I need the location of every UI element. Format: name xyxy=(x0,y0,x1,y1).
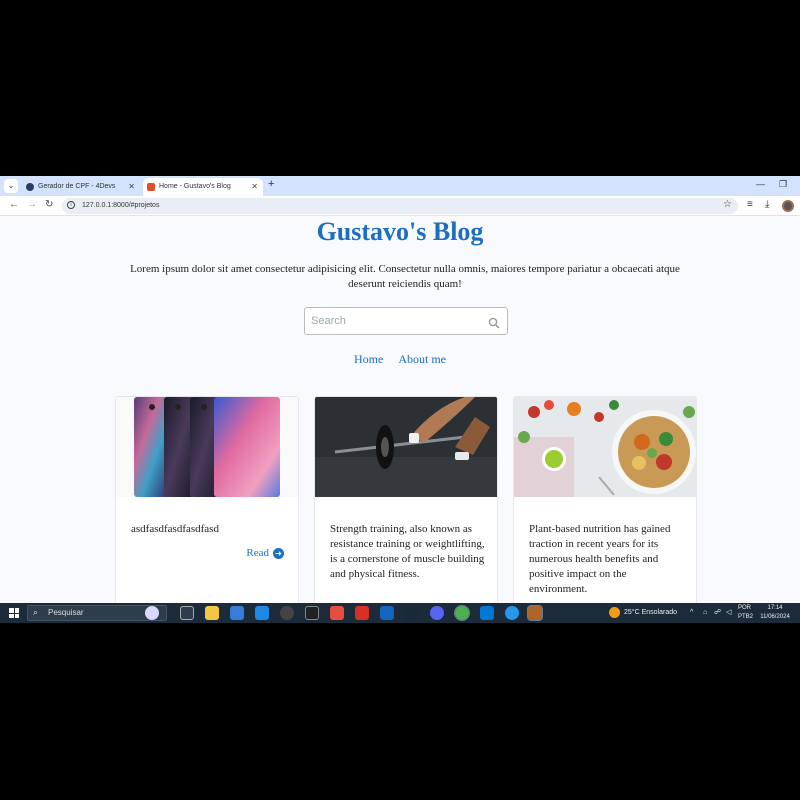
post-card[interactable]: Strength training, also known as resista… xyxy=(314,396,498,603)
taskbar-search-label: Pesquisar xyxy=(48,608,84,617)
reload-icon[interactable]: ↻ xyxy=(45,199,53,210)
card-text: Strength training, also known as resista… xyxy=(330,523,485,580)
volume-icon[interactable]: ◁ xyxy=(726,603,731,623)
site-info-icon[interactable]: i xyxy=(67,201,75,209)
post-card[interactable]: Plant-based nutrition has gained tractio… xyxy=(513,396,697,603)
nav-about-link[interactable]: About me xyxy=(398,352,446,366)
address-url[interactable]: 127.0.0.1:8000/#projetos xyxy=(82,198,159,214)
security-icon[interactable] xyxy=(380,606,394,620)
mail-icon[interactable] xyxy=(255,606,269,620)
card-text: Plant-based nutrition has gained tractio… xyxy=(529,523,671,595)
search-input[interactable] xyxy=(311,313,486,329)
card-text: asdfasdfasdfasdfasd xyxy=(131,523,219,535)
page-title: Gustavo's Blog xyxy=(316,217,484,246)
barbell-workout-image xyxy=(315,397,497,497)
minimize-icon[interactable]: — xyxy=(756,179,765,189)
clock-time: 17:14 xyxy=(767,605,783,611)
search-icon[interactable] xyxy=(488,314,500,333)
tab-search-button[interactable]: ⌄ xyxy=(4,179,18,193)
4devs-favicon-icon xyxy=(26,183,34,191)
task-view-icon[interactable] xyxy=(180,606,194,620)
intro-text: Lorem ipsum dolor sit amet consectetur a… xyxy=(130,263,680,290)
terminal-icon[interactable] xyxy=(305,606,319,620)
read-label: Read xyxy=(246,547,269,559)
download-icon[interactable]: ⤓ xyxy=(765,199,769,210)
nav-home-link[interactable]: Home xyxy=(354,352,383,366)
address-bar[interactable]: i 127.0.0.1:8000/#projetos ☆ xyxy=(62,198,738,214)
network-status-icon[interactable]: ☍ xyxy=(714,603,721,623)
file-explorer-icon[interactable] xyxy=(205,606,219,620)
network-icon[interactable]: ⌂ xyxy=(703,603,707,623)
back-icon[interactable]: ← xyxy=(9,199,19,210)
docker-icon[interactable] xyxy=(505,606,519,620)
close-tab-icon[interactable]: ✕ xyxy=(251,178,258,196)
search-icon: ⌕ xyxy=(33,607,39,617)
browser-tab-bar: ⌄ Gerador de CPF - 4Devs ✕ Home - Gustav… xyxy=(0,176,800,196)
clock-app-icon[interactable] xyxy=(280,606,294,620)
html-favicon-icon xyxy=(147,183,155,191)
nav-menu: Home About me xyxy=(0,352,800,367)
search-highlight-icon[interactable] xyxy=(145,606,159,620)
tray-chevron-icon[interactable]: ^ xyxy=(690,603,693,623)
browser-toolbar: ← → ↻ i 127.0.0.1:8000/#projetos ☆ ≡ ⤓ xyxy=(0,196,800,216)
tab-label: Home - Gustavo's Blog xyxy=(159,183,231,190)
arrow-right-icon: ➜ xyxy=(273,547,284,559)
profile-avatar[interactable] xyxy=(782,200,794,212)
vscode-icon[interactable] xyxy=(480,606,494,620)
salad-bowl-image xyxy=(514,397,696,497)
search-box xyxy=(304,307,508,335)
media-controls-icon[interactable]: ≡ xyxy=(747,199,753,210)
post-card[interactable]: asdfasdfasdfasdfasd Read ➜ xyxy=(115,396,299,603)
tab-gerador-cpf[interactable]: Gerador de CPF - 4Devs ✕ xyxy=(22,178,140,196)
language-indicator[interactable]: POR PTB2 xyxy=(738,604,753,622)
store-icon[interactable] xyxy=(230,606,244,620)
tab-label: Gerador de CPF - 4Devs xyxy=(38,183,116,190)
bookmark-star-icon[interactable]: ☆ xyxy=(723,199,732,210)
windows-taskbar: ⌕ Pesquisar 25°C Ensolarado ^ ⌂ ☍ ◁ POR … xyxy=(0,603,800,623)
screen: ⌄ Gerador de CPF - 4Devs ✕ Home - Gustav… xyxy=(0,176,800,623)
web-page: Gustavo's Blog Lorem ipsum dolor sit ame… xyxy=(0,217,800,603)
read-link[interactable]: Read ➜ xyxy=(246,547,284,559)
restore-icon[interactable]: ❐ xyxy=(779,179,787,190)
steam-icon[interactable] xyxy=(405,606,419,620)
new-tab-button[interactable]: + xyxy=(268,178,274,190)
system-clock[interactable]: 17:14 11/06/2024 xyxy=(757,604,793,622)
smartphones-image xyxy=(116,397,298,497)
docker-desktop-icon[interactable] xyxy=(527,605,543,621)
app-red-icon[interactable] xyxy=(355,606,369,620)
weather-text[interactable]: 25°C Ensolarado xyxy=(624,603,677,623)
forward-icon[interactable]: → xyxy=(27,199,37,210)
language-top: POR xyxy=(738,605,752,611)
close-tab-icon[interactable]: ✕ xyxy=(128,178,135,196)
discord-icon[interactable] xyxy=(430,606,444,620)
language-bottom: PTB2 xyxy=(738,614,754,620)
chrome-icon[interactable] xyxy=(454,605,470,621)
git-icon[interactable] xyxy=(330,606,344,620)
clock-date: 11/06/2024 xyxy=(760,614,790,620)
windows-start-icon[interactable] xyxy=(9,608,19,618)
weather-sun-icon[interactable] xyxy=(609,607,620,618)
tab-home-blog[interactable]: Home - Gustavo's Blog ✕ xyxy=(143,178,263,196)
